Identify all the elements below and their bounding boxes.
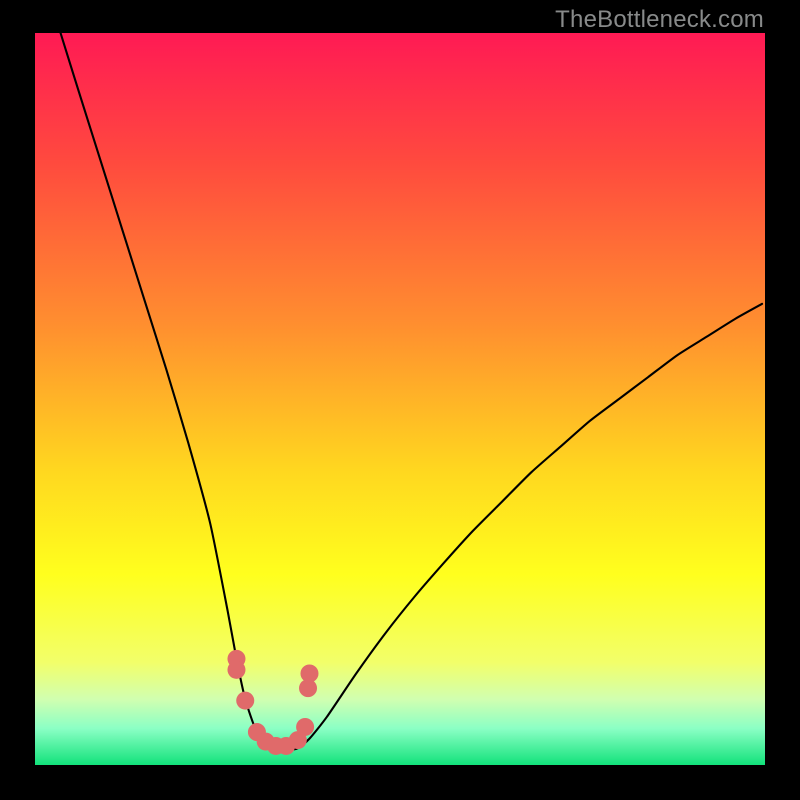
curve-marker	[300, 665, 318, 683]
curve-marker	[296, 718, 314, 736]
curve-marker	[227, 661, 245, 679]
chart-svg	[35, 33, 765, 765]
curve-marker	[236, 692, 254, 710]
watermark-text: TheBottleneck.com	[555, 6, 764, 34]
gradient-background	[35, 33, 765, 765]
plot-area	[35, 33, 765, 765]
chart-frame: TheBottleneck.com	[0, 0, 800, 800]
